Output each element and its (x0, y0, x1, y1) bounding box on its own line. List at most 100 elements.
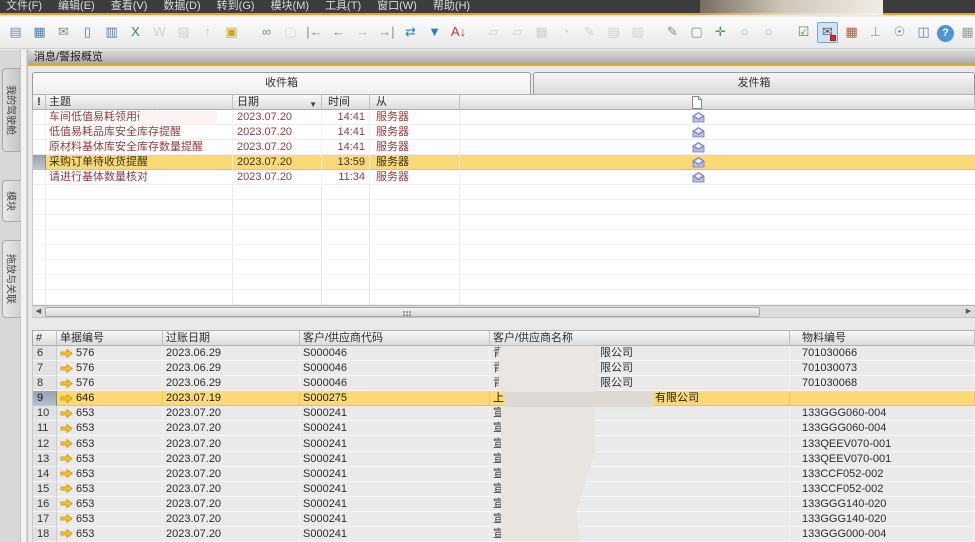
lock-screen-icon[interactable]: ▣ (221, 22, 242, 43)
sidebar-tab-1[interactable]: 我的驾驶舱 (2, 68, 21, 152)
send-sms-icon[interactable]: ▯ (77, 22, 98, 43)
refresh-icon[interactable]: ⇄ (400, 22, 421, 43)
menu-item[interactable]: 窗口(W) (371, 0, 423, 14)
menu-item[interactable]: 文件(F) (0, 0, 48, 14)
sort-icon[interactable]: A↓ (448, 22, 469, 43)
export-image-icon[interactable]: ▧ (173, 22, 194, 43)
export-excel-icon[interactable]: X (125, 22, 146, 43)
open-envelope-icon[interactable] (692, 157, 705, 170)
scroll-right-arrow[interactable]: ▶ (962, 306, 975, 318)
find-icon[interactable]: ∞ (256, 22, 277, 43)
calendar-icon[interactable]: ▦ (957, 22, 975, 43)
open-envelope-icon[interactable] (692, 112, 705, 125)
query-manager-icon[interactable]: ✛ (710, 22, 731, 43)
open-envelope-icon[interactable] (692, 142, 705, 155)
link-arrow-icon[interactable] (60, 424, 73, 433)
filter-icon[interactable]: ▼ (424, 22, 445, 43)
upload-icon[interactable]: ↑ (197, 22, 218, 43)
first-record-icon[interactable]: |← (304, 22, 325, 43)
link-arrow-icon[interactable] (60, 439, 73, 448)
menu-item[interactable]: 工具(T) (319, 0, 367, 14)
org-chart-icon[interactable]: ⊥ (865, 22, 886, 43)
link-arrow-icon[interactable] (60, 349, 73, 358)
previous-record-icon[interactable]: ← (328, 22, 349, 43)
menu-item[interactable]: 转到(G) (211, 0, 261, 14)
col-header-priority[interactable]: ! (33, 94, 46, 110)
inbox-message-row[interactable]: 请进行基体数量核对2023.07.2011:34服务器 (33, 170, 975, 185)
doc-number-value: 576 (76, 361, 94, 375)
menu-item[interactable]: 帮助(H) (427, 0, 476, 14)
cell-item-number: 133QEEV070-001 (790, 452, 975, 467)
print-icon[interactable]: ▦ (29, 22, 50, 43)
col-header-attachment[interactable] (460, 94, 975, 110)
task-list-icon[interactable]: ☑ (793, 22, 814, 43)
web-browser-icon[interactable]: ◫ (913, 22, 934, 43)
col-header-time[interactable]: 时间 (322, 94, 370, 110)
scroll-left-arrow[interactable]: ◀ (32, 306, 45, 318)
cell-from: 服务器 (370, 110, 460, 125)
document-preview-icon[interactable]: ▤ (5, 22, 26, 43)
print-preview-icon[interactable]: ▥ (101, 22, 122, 43)
sidebar-tab-2[interactable]: 模块 (2, 180, 21, 222)
next-record-icon[interactable]: → (352, 22, 373, 43)
cell-bp-code: S000241 (300, 452, 490, 467)
col-header-posting-date[interactable]: 过账日期 (163, 330, 300, 346)
link-arrow-icon[interactable] (60, 409, 73, 418)
sidebar-tab-3[interactable]: 拖放与关联 (2, 240, 21, 318)
link-arrow-icon[interactable] (60, 379, 73, 388)
link-arrow-icon[interactable] (60, 454, 73, 463)
messages-alerts-icon[interactable]: ✉ (817, 22, 838, 43)
chat-icon[interactable]: ○ (758, 22, 779, 43)
edit-icon[interactable]: ✎ (662, 22, 683, 43)
last-record-icon[interactable]: →| (376, 22, 397, 43)
col-header-doc-number[interactable]: 单据编号 (57, 330, 163, 346)
help-icon[interactable]: ? (937, 25, 954, 42)
link-arrow-icon[interactable] (60, 364, 73, 373)
open-envelope-icon[interactable] (692, 172, 705, 185)
tab-inbox[interactable]: 收件箱 (32, 72, 531, 94)
cell-bp-code: S000241 (300, 406, 490, 421)
export-word-icon[interactable]: W (149, 22, 170, 43)
report-icon[interactable]: ▦ (841, 22, 862, 43)
menu-item[interactable]: 编辑(E) (52, 0, 101, 14)
col-header-bp-code[interactable]: 客户/供应商代码 (300, 330, 490, 346)
sort-descending-icon[interactable]: ▼ (309, 98, 317, 110)
col-header-from[interactable]: 从 (370, 94, 460, 110)
scrollbar-thumb[interactable] (45, 307, 760, 317)
menu-item[interactable]: 模块(M) (265, 0, 316, 14)
email-icon[interactable]: ✉ (53, 22, 74, 43)
inbox-message-row[interactable]: 原材料基体库安全库存数量提醒2023.07.2014:41服务器 (33, 140, 975, 155)
new-activity-icon[interactable]: ▢ (686, 22, 707, 43)
copy-to-icon[interactable]: ▱ (507, 22, 528, 43)
link-arrow-icon[interactable] (60, 484, 73, 493)
link-arrow-icon[interactable] (60, 394, 73, 403)
tab-outbox[interactable]: 发件箱 (533, 72, 975, 94)
inbox-empty-row (33, 215, 975, 230)
col-header-bp-name[interactable]: 客户/供应商名称 (490, 330, 790, 346)
document-search-icon[interactable]: ▨ (627, 22, 648, 43)
link-arrow-icon[interactable] (60, 469, 73, 478)
col-header-item-number[interactable]: 物料编号 (790, 330, 975, 346)
link-arrow-icon[interactable] (60, 514, 73, 523)
employee-search-icon[interactable]: ☉ (889, 22, 910, 43)
menu-item[interactable]: 数据(D) (157, 0, 206, 14)
copy-from-icon[interactable]: ▱ (483, 22, 504, 43)
calculator-icon[interactable]: ▦ (531, 22, 552, 43)
payment-means-icon[interactable]: ◔ (555, 22, 576, 43)
col-header-row-number[interactable]: # (33, 330, 57, 346)
col-header-subject[interactable]: 主题 (46, 94, 233, 110)
inbox-message-row[interactable]: 低值易耗品库安全库存提醒2023.07.2014:41服务器 (33, 125, 975, 140)
cell-doc-number: 576 (57, 376, 163, 391)
open-envelope-icon[interactable] (692, 127, 705, 140)
remarks-icon[interactable]: ○ (734, 22, 755, 43)
link-arrow-icon[interactable] (60, 499, 73, 508)
document-tab-title[interactable]: 消息/警报概览 (28, 50, 975, 66)
col-header-date[interactable]: 日期 ▼ (233, 94, 322, 110)
menu-item[interactable]: 查看(V) (105, 0, 154, 14)
gross-profit-icon[interactable]: ✎ (579, 22, 600, 43)
clipboard-icon[interactable]: ▢ (280, 22, 301, 43)
inbox-horizontal-scrollbar[interactable]: ◀ ▶ (32, 305, 975, 318)
form-settings-icon[interactable]: ▤ (603, 22, 624, 43)
inbox-message-row[interactable]: 采购订单待收货提醒2023.07.2013:59服务器 (33, 155, 975, 170)
link-arrow-icon[interactable] (60, 529, 73, 538)
